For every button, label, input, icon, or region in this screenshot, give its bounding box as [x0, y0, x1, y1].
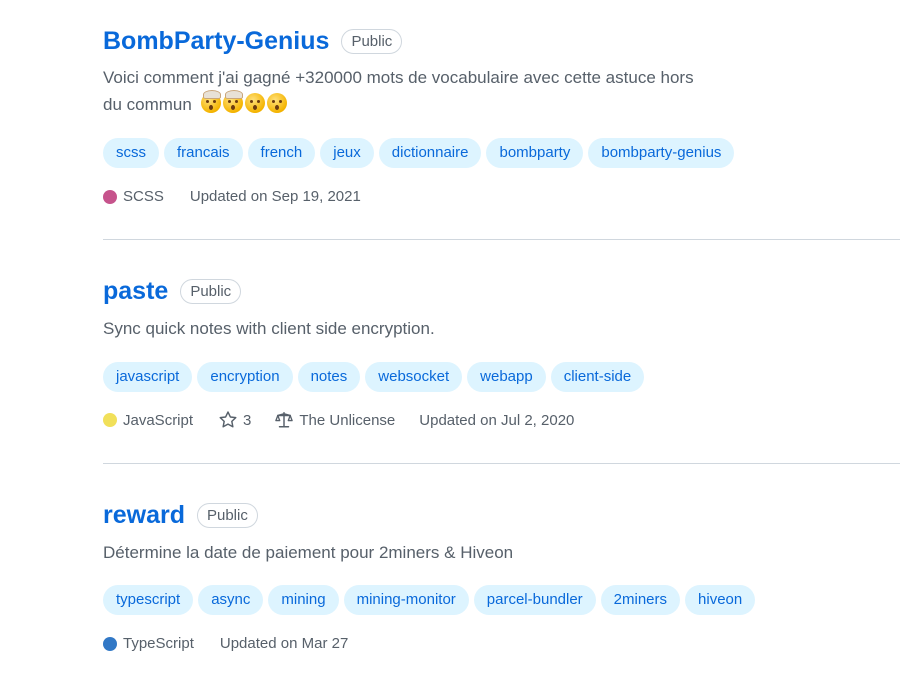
repo-name-link[interactable]: BombParty-Genius — [103, 25, 329, 57]
updated-date: Updated on Sep 19, 2021 — [189, 188, 361, 205]
visibility-badge: Public — [196, 502, 258, 528]
repo-description: Sync quick notes with client side encryp… — [103, 319, 435, 338]
updated-date: Updated on Mar 27 — [219, 635, 349, 652]
visibility-badge: Public — [180, 278, 242, 304]
language-name: SCSS — [123, 188, 164, 205]
topic-tag[interactable]: dictionnaire — [378, 138, 482, 168]
topic-list: typescript async mining mining-monitor p… — [103, 585, 756, 615]
topic-tag[interactable]: scss — [103, 138, 159, 168]
language-color-dot — [103, 413, 117, 427]
repo-language: SCSS — [103, 188, 164, 205]
repo-language: TypeScript — [103, 635, 194, 652]
topic-tag[interactable]: webapp — [467, 362, 546, 392]
topic-tag[interactable]: typescript — [103, 585, 194, 615]
license: The Unlicense — [275, 411, 395, 429]
stars-link[interactable]: 3 — [219, 411, 251, 429]
repo-item: BombParty-Genius Public Voici comment j'… — [103, 0, 900, 240]
repo-meta: JavaScript 3 The Unlicense Updated on Ju… — [103, 411, 574, 429]
exploding-head-icon — [200, 90, 221, 113]
topic-tag[interactable]: francais — [164, 138, 243, 168]
repo-description-text: Voici comment j'ai gagné +320000 mots de… — [103, 68, 694, 114]
topic-tag[interactable]: client-side — [550, 362, 645, 392]
topic-tag[interactable]: parcel-bundler — [473, 585, 596, 615]
repo-description: Détermine la date de paiement pour 2mine… — [103, 543, 514, 562]
repo-description: Voici comment j'ai gagné +320000 mots de… — [103, 64, 703, 118]
topic-tag[interactable]: mining-monitor — [343, 585, 469, 615]
language-name: TypeScript — [123, 635, 194, 652]
emoji-group — [200, 90, 287, 113]
repo-title-row: BombParty-Genius Public — [103, 25, 403, 57]
topic-tag[interactable]: encryption — [197, 362, 293, 392]
repo-title-row: reward Public — [103, 499, 258, 531]
topic-tag[interactable]: notes — [297, 362, 361, 392]
repo-title-row: paste Public — [103, 275, 242, 307]
topic-tag[interactable]: 2miners — [600, 585, 681, 615]
repo-name-link[interactable]: paste — [103, 275, 168, 307]
astonished-face-icon — [244, 93, 265, 113]
topic-tag[interactable]: bombparty-genius — [588, 138, 735, 168]
repository-list: BombParty-Genius Public Voici comment j'… — [103, 0, 900, 686]
topic-tag[interactable]: mining — [268, 585, 339, 615]
exploding-head-icon — [222, 90, 243, 113]
language-name: JavaScript — [123, 411, 194, 429]
license-name: The Unlicense — [299, 411, 396, 429]
updated-date: Updated on Jul 2, 2020 — [419, 411, 575, 429]
law-scale-icon — [275, 411, 294, 428]
topic-tag[interactable]: french — [247, 138, 316, 168]
astonished-face-icon — [266, 93, 287, 113]
topic-tag[interactable]: async — [198, 585, 264, 615]
topic-tag[interactable]: jeux — [320, 138, 374, 168]
topic-tag[interactable]: javascript — [103, 362, 193, 392]
repo-item: reward Public Détermine la date de paiem… — [103, 464, 900, 686]
topic-list: javascript encryption notes websocket we… — [103, 362, 645, 392]
repo-meta: TypeScript Updated on Mar 27 — [103, 635, 348, 652]
topic-tag[interactable]: bombparty — [486, 138, 584, 168]
repo-language: JavaScript — [103, 412, 193, 429]
repo-item: paste Public Sync quick notes with clien… — [103, 240, 900, 464]
topic-tag[interactable]: websocket — [365, 362, 463, 392]
topic-tag[interactable]: hiveon — [685, 585, 756, 615]
repo-name-link[interactable]: reward — [103, 499, 185, 531]
repo-meta: SCSS Updated on Sep 19, 2021 — [103, 188, 361, 205]
language-color-dot — [103, 189, 117, 204]
language-color-dot — [103, 636, 117, 651]
star-icon — [219, 411, 237, 428]
topic-list: scss francais french jeux dictionnaire b… — [103, 138, 735, 168]
visibility-badge: Public — [341, 28, 403, 54]
stars-count: 3 — [243, 411, 252, 429]
